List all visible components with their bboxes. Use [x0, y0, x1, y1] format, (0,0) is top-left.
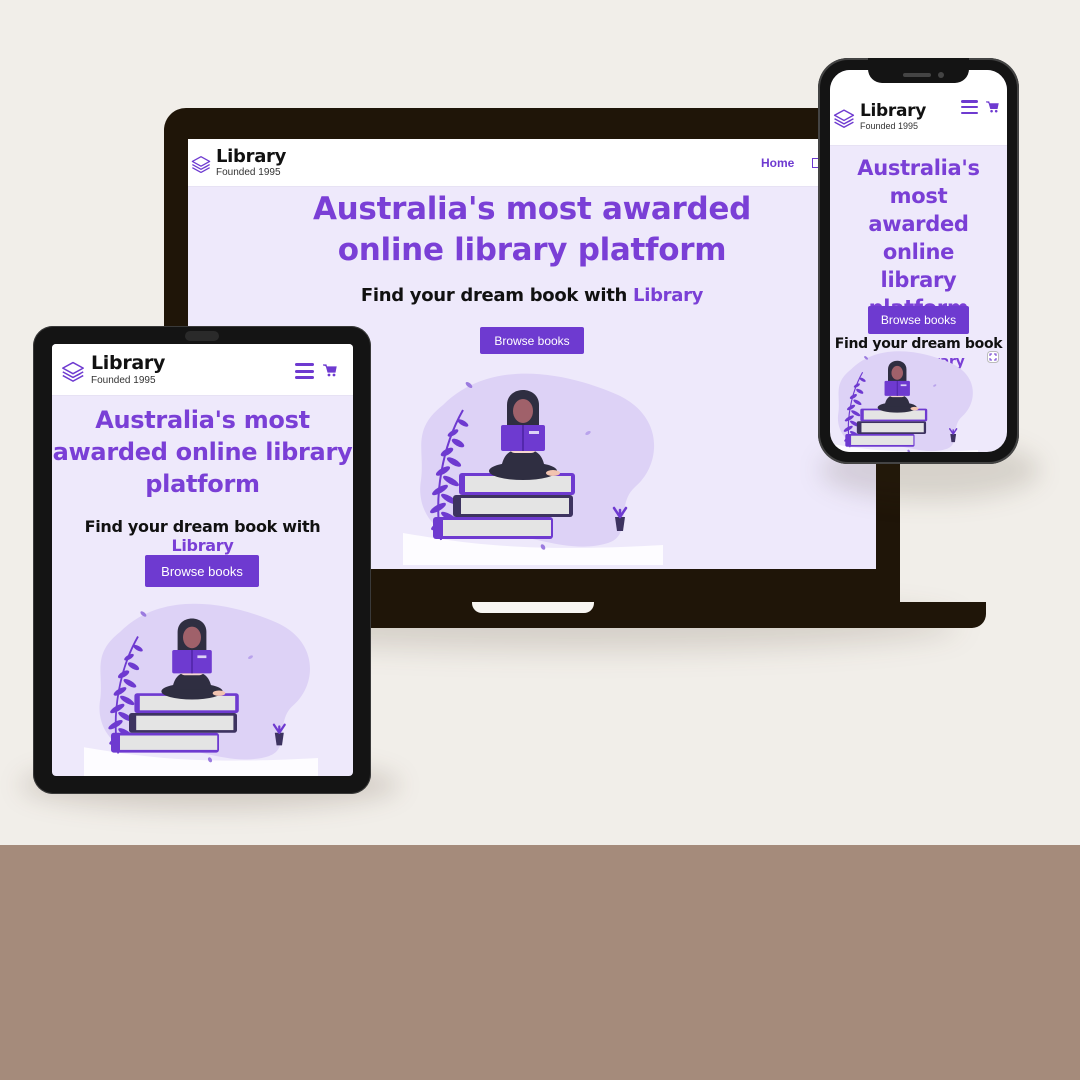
floor-band: [0, 845, 1080, 1080]
hero-subtitle-accent: Library: [633, 285, 704, 306]
browse-books-button[interactable]: Browse books: [480, 327, 584, 354]
stacked-books-icon: [833, 108, 855, 128]
hero-subtitle: Find your dream book with: [360, 285, 628, 306]
brand-name: Library: [91, 351, 166, 374]
reader-illustration: [830, 350, 978, 452]
laptop-trackpad-notch: [472, 602, 594, 613]
brand-tagline: Founded 1995: [216, 166, 281, 178]
hero-headline-line2: awarded online library: [52, 438, 353, 466]
brand-name: Library: [860, 100, 927, 121]
tablet-screen: Library Founded 1995 Australia's most aw…: [52, 344, 353, 776]
hamburger-menu-icon[interactable]: [295, 363, 314, 379]
tablet-hero: Australia's most awarded online library …: [52, 404, 353, 555]
reader-illustration: [402, 372, 664, 565]
hero-headline-line3: platform: [145, 470, 260, 498]
hero-headline-line1: Australia's most: [95, 406, 310, 434]
phone-logo[interactable]: Library Founded 1995: [832, 100, 927, 131]
reader-illustration: [82, 602, 320, 776]
hero-subtitle-accent: Library: [171, 536, 234, 555]
screenshot-icon[interactable]: [987, 351, 999, 363]
phone-screen: Library Founded 1995 Australia's most aw…: [830, 70, 1007, 452]
phone-speaker: [903, 73, 931, 77]
brand-name: Library: [216, 145, 287, 167]
browse-books-button[interactable]: Browse books: [145, 555, 259, 587]
laptop-navbar: Library Founded 1995 Home: [188, 139, 876, 187]
browse-books-button[interactable]: Browse books: [868, 306, 969, 334]
hero-headline-line2: awarded online: [868, 212, 969, 264]
brand-tagline: Founded 1995: [91, 374, 156, 386]
hero-headline-line1: Australia's most: [857, 156, 980, 208]
stacked-books-icon: [62, 361, 84, 382]
stacked-books-icon: [191, 155, 211, 173]
brand-tagline: Founded 1995: [860, 120, 919, 131]
tablet-camera: [185, 331, 219, 341]
phone-notch: [868, 58, 969, 83]
laptop-hero: Australia's most awarded online library …: [188, 189, 876, 306]
tablet-navbar: Library Founded 1995: [52, 344, 353, 396]
phone-camera: [938, 72, 944, 78]
hero-headline-line2: online library platform: [337, 232, 727, 268]
nav-home-link[interactable]: Home: [761, 156, 794, 170]
hero-subtitle: Find your dream book with: [84, 517, 321, 536]
shopping-cart-icon[interactable]: [986, 101, 999, 113]
phone-hero: Australia's most awarded online library …: [830, 154, 1007, 371]
laptop-logo[interactable]: Library Founded 1995: [190, 145, 287, 178]
hero-headline-line1: Australia's most awarded: [312, 191, 752, 227]
hamburger-menu-icon[interactable]: [961, 100, 978, 114]
shopping-cart-icon[interactable]: [323, 364, 337, 377]
tablet-logo[interactable]: Library Founded 1995: [60, 351, 166, 386]
